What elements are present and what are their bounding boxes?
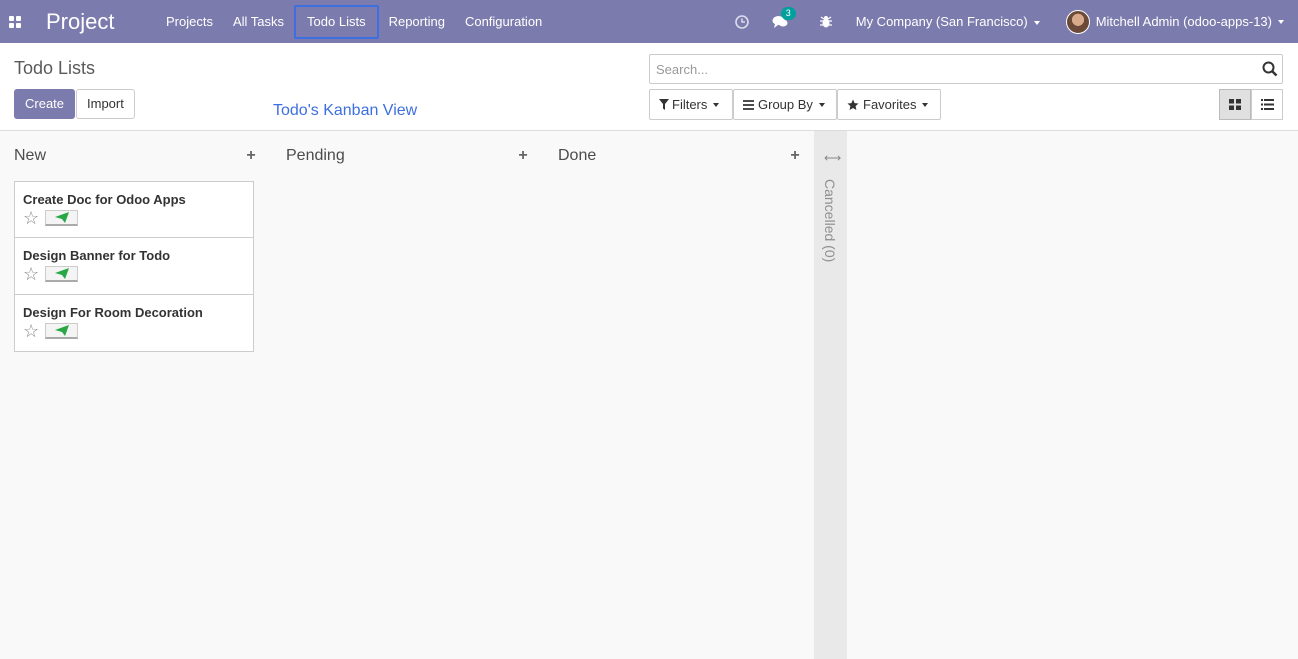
- card-title: Create Doc for Odoo Apps: [23, 192, 186, 207]
- user-name: Mitchell Admin (odoo-apps-13): [1095, 14, 1272, 29]
- menu-todo-lists[interactable]: Todo Lists: [294, 4, 379, 39]
- message-count-badge: 3: [780, 6, 796, 20]
- send-icon: [54, 268, 69, 279]
- list-bars-icon: [743, 99, 754, 110]
- navbar-right: 3 My Company (San Francisco) Mitchell Ad…: [726, 0, 1298, 43]
- chevron-down-icon: [1033, 20, 1040, 25]
- chevron-down-icon: [922, 102, 929, 107]
- chevron-down-icon: [818, 102, 825, 107]
- menu-all-tasks[interactable]: All Tasks: [223, 5, 294, 39]
- search-input[interactable]: [650, 55, 1240, 83]
- main-menu: Projects All Tasks Todo Lists Reporting …: [156, 4, 552, 39]
- top-navbar: Project Projects All Tasks Todo Lists Re…: [0, 0, 1298, 43]
- kanban-grid-icon: [1229, 99, 1241, 110]
- column-add-button[interactable]: +: [244, 147, 258, 165]
- filter-icon: [659, 99, 669, 110]
- debug-button[interactable]: [819, 15, 833, 29]
- search-bar: [649, 54, 1283, 84]
- menu-reporting[interactable]: Reporting: [379, 5, 455, 39]
- kanban-column-done: Done +: [544, 131, 802, 659]
- send-icon: [54, 325, 69, 336]
- create-button[interactable]: Create: [14, 89, 76, 119]
- favorites-button[interactable]: Favorites: [837, 89, 941, 120]
- apps-menu-button[interactable]: [0, 0, 30, 43]
- column-title: New: [14, 147, 47, 164]
- messages-button[interactable]: 3: [772, 6, 796, 29]
- star-icon[interactable]: ☆: [23, 265, 44, 283]
- import-button[interactable]: Import: [76, 89, 135, 119]
- app-brand[interactable]: Project: [46, 9, 156, 35]
- send-icon: [54, 212, 69, 223]
- avatar: [1065, 9, 1090, 34]
- kanban-board: New + Create Doc for Odoo Apps ☆ Design …: [0, 131, 1298, 659]
- company-switcher[interactable]: My Company (San Francisco): [856, 14, 1040, 29]
- group-by-button[interactable]: Group By: [733, 89, 837, 120]
- chevron-down-icon: [713, 102, 720, 107]
- user-menu[interactable]: Mitchell Admin (odoo-apps-13): [1065, 9, 1284, 34]
- list-view-button[interactable]: [1251, 89, 1283, 120]
- star-icon: [847, 99, 859, 110]
- search-icon[interactable]: [1262, 61, 1278, 80]
- control-panel: Todo Lists Create Import Todo's Kanban V…: [0, 43, 1298, 131]
- star-icon[interactable]: ☆: [23, 209, 44, 227]
- send-button[interactable]: [45, 323, 78, 339]
- kanban-column-pending: Pending +: [272, 131, 530, 659]
- kanban-card[interactable]: Design Banner for Todo ☆: [14, 238, 254, 295]
- company-name: My Company (San Francisco): [855, 14, 1028, 29]
- bug-icon: [819, 15, 832, 27]
- send-button[interactable]: [45, 210, 78, 226]
- menu-configuration[interactable]: Configuration: [455, 5, 552, 39]
- send-button[interactable]: [45, 266, 78, 282]
- apps-grid-icon: [9, 15, 21, 28]
- kanban-view-button[interactable]: [1219, 89, 1251, 120]
- menu-projects[interactable]: Projects: [156, 5, 223, 39]
- column-cards: Create Doc for Odoo Apps ☆ Design Banner…: [14, 181, 254, 352]
- filters-label: Filters: [672, 97, 708, 112]
- column-title: Pending: [286, 147, 345, 164]
- list-view-icon: [1260, 99, 1274, 110]
- column-add-button[interactable]: +: [516, 147, 530, 165]
- kanban-column-new: New + Create Doc for Odoo Apps ☆ Design …: [0, 131, 258, 659]
- column-header: New +: [14, 146, 258, 166]
- annotation-label: Todo's Kanban View: [273, 102, 418, 119]
- column-title: Done: [558, 147, 597, 164]
- page-title: Todo Lists: [14, 58, 96, 78]
- kanban-card[interactable]: Create Doc for Odoo Apps ☆: [14, 181, 254, 238]
- folded-column-title: Cancelled (0): [822, 179, 838, 263]
- group-by-label: Group By: [758, 97, 813, 112]
- favorites-label: Favorites: [863, 97, 917, 112]
- card-title: Design For Room Decoration: [23, 305, 203, 320]
- column-add-button[interactable]: +: [788, 147, 802, 165]
- expand-arrows-icon: ⟷: [824, 151, 842, 165]
- filters-button[interactable]: Filters: [649, 89, 733, 120]
- kanban-column-cancelled-folded[interactable]: ⟷ Cancelled (0): [814, 131, 847, 659]
- card-title: Design Banner for Todo: [23, 248, 171, 263]
- chevron-down-icon: [1278, 19, 1284, 24]
- kanban-card[interactable]: Design For Room Decoration ☆: [14, 295, 254, 352]
- clock-icon: [734, 14, 749, 29]
- activity-clock-button[interactable]: [734, 14, 749, 29]
- column-header: Pending +: [286, 146, 530, 166]
- star-icon[interactable]: ☆: [23, 322, 44, 340]
- column-header: Done +: [558, 146, 802, 166]
- view-switcher: [1219, 89, 1283, 120]
